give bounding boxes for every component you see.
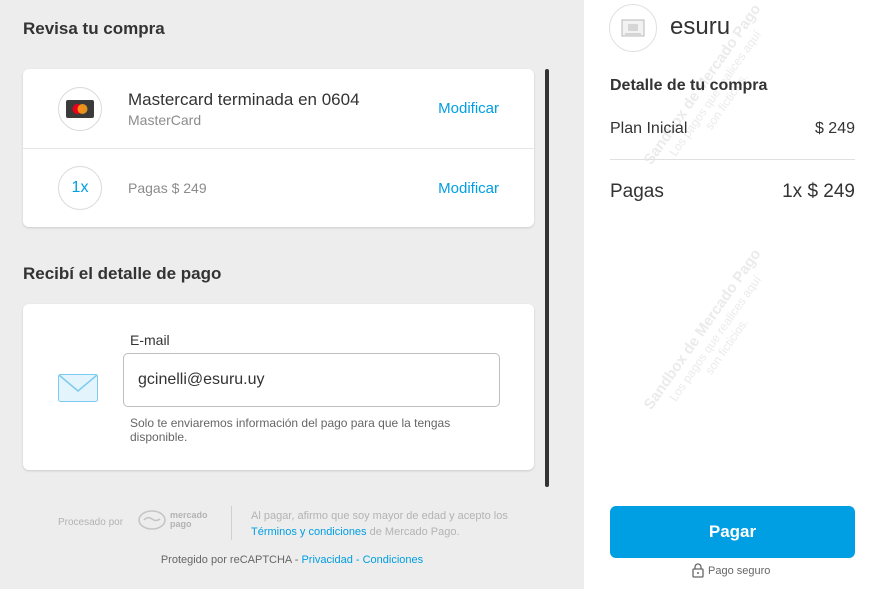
secure-label: Pago seguro [708, 564, 771, 577]
legal-pre: Al pagar, afirmo que soy mayor de edad y… [251, 510, 508, 522]
watermark-sub1: Los pagos que realices aquí [666, 272, 765, 404]
receipt-title: Recibí el detalle de pago [23, 264, 222, 283]
payment-summary-card: Mastercard terminada en 0604 MasterCard … [23, 69, 534, 227]
watermark-sub2: son ficticios. [702, 315, 752, 378]
review-title: Revisa tu compra [23, 19, 165, 38]
card-description: Mastercard terminada en 0604 [128, 89, 360, 109]
legal-post: de Mercado Pago. [369, 526, 460, 538]
conditions-link[interactable]: Condiciones [363, 554, 424, 566]
detail-title: Detalle de tu compra [610, 77, 768, 94]
installments-row-text: Pagas $ 249 [128, 180, 207, 196]
card-row: Mastercard terminada en 0604 MasterCard … [23, 69, 534, 148]
legal-text: Al pagar, afirmo que soy mayor de edad y… [251, 508, 521, 540]
card-brand-circle [58, 86, 102, 131]
installments-badge: 1x [58, 166, 102, 210]
email-help-text: Solo te enviaremos información del pago … [130, 416, 451, 444]
recaptcha-text: Protegido por reCAPTCHA - [160, 554, 299, 566]
mp-logo-text: mercado pago [170, 511, 208, 529]
store-avatar [609, 4, 657, 52]
installments-row: 1x Pagas $ 249 Modificar [23, 148, 534, 227]
modify-installments-link[interactable]: Modificar [438, 180, 499, 197]
item-price: $ 249 [814, 120, 855, 137]
terms-link[interactable]: Términos y condiciones [251, 526, 367, 538]
lock-icon [692, 563, 704, 578]
privacy-link[interactable]: Privacidad [301, 554, 352, 566]
card-brand-name: MasterCard [128, 111, 202, 128]
processed-by-label: Procesado por [58, 517, 124, 528]
line-item: Plan Inicial $ 249 [610, 120, 855, 138]
installments-badge-text: 1x [71, 179, 89, 196]
watermark-main: Sandbox de Mercado Pago [640, 246, 765, 413]
recaptcha-notice: Protegido por reCAPTCHA - Privacidad - C… [0, 554, 584, 566]
total-row: Pagas 1x $ 249 [610, 181, 855, 203]
footer-divider [231, 506, 232, 540]
footer: Procesado por mercado pago Al pagar, afi… [58, 506, 528, 540]
mp-logo-line2: pago [170, 519, 192, 529]
modify-card-link[interactable]: Modificar [438, 100, 499, 117]
sandbox-watermark: Sandbox de Mercado Pago Los pagos que re… [632, 234, 795, 440]
email-label: E-mail [130, 332, 170, 348]
summary-divider [610, 159, 855, 160]
envelope-icon [58, 374, 98, 407]
store-name: esuru [670, 13, 731, 40]
total-label: Pagas [610, 181, 664, 202]
checkout-main-panel: Revisa tu compra Mastercard terminada en… [0, 0, 584, 589]
card-row-text: Mastercard terminada en 0604 MasterCard [128, 90, 360, 128]
item-label: Plan Inicial [610, 120, 688, 137]
purchase-summary-panel: Sandbox de Mercado Pago Los pagos que re… [584, 0, 870, 589]
secure-payment: Pago seguro [692, 563, 770, 578]
installments-description: Pagas $ 249 [128, 180, 207, 196]
scrollbar[interactable] [545, 69, 549, 487]
email-input[interactable] [123, 353, 500, 407]
total-value: 1x $ 249 [782, 181, 855, 202]
mastercard-icon [66, 99, 94, 118]
pay-button[interactable]: Pagar [610, 506, 855, 558]
email-card: E-mail Solo te enviaremos información de… [23, 304, 534, 470]
handshake-icon [138, 510, 166, 530]
store-icon [621, 19, 645, 37]
recaptcha-separator: - [355, 554, 360, 566]
mercado-pago-logo: mercado pago [138, 510, 208, 530]
